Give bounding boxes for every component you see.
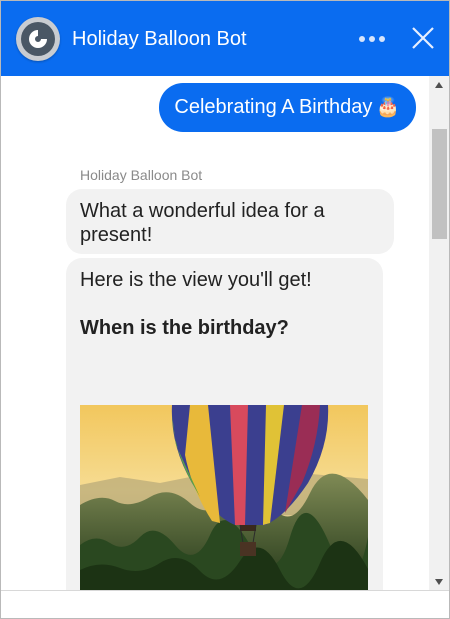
scroll-up-button[interactable] [429, 76, 449, 93]
triangle-up-icon [435, 81, 443, 88]
close-button[interactable] [408, 23, 438, 53]
cake-emoji: 🎂 [376, 97, 400, 118]
user-message-text: Celebrating A Birthday [174, 96, 373, 118]
bot-name-label: Holiday Balloon Bot [80, 167, 203, 183]
more-options-button[interactable] [355, 25, 389, 53]
scrollbar-thumb[interactable] [432, 129, 447, 239]
bot-avatar [16, 17, 60, 61]
triangle-down-icon [435, 578, 443, 585]
close-icon [412, 27, 434, 49]
scroll-down-button[interactable] [429, 573, 449, 590]
more-horizontal-icon [359, 36, 385, 42]
bot-message-text: What a wonderful idea for a present! [80, 200, 325, 246]
bot-question-text: When is the birthday? [80, 317, 289, 339]
vertical-scrollbar[interactable] [429, 76, 449, 590]
chat-widget: Holiday Balloon Bot Celebrating A Birthd… [0, 0, 450, 619]
chat-title: Holiday Balloon Bot [72, 28, 247, 50]
bot-logo-icon [21, 22, 55, 56]
bot-message-bubble: What a wonderful idea for a present! [66, 189, 394, 254]
chat-header: Holiday Balloon Bot [1, 1, 449, 76]
message-list[interactable]: Celebrating A Birthday 🎂 Holiday Balloon … [1, 76, 429, 590]
message-input[interactable] [1, 591, 449, 618]
bot-message-bubble-with-image: Here is the view you'll get! When is the… [66, 258, 383, 590]
balloon-photo [80, 405, 368, 590]
bot-message-text: Here is the view you'll get! [80, 269, 312, 291]
message-composer [1, 590, 449, 618]
user-message-bubble: Celebrating A Birthday 🎂 [159, 83, 416, 132]
